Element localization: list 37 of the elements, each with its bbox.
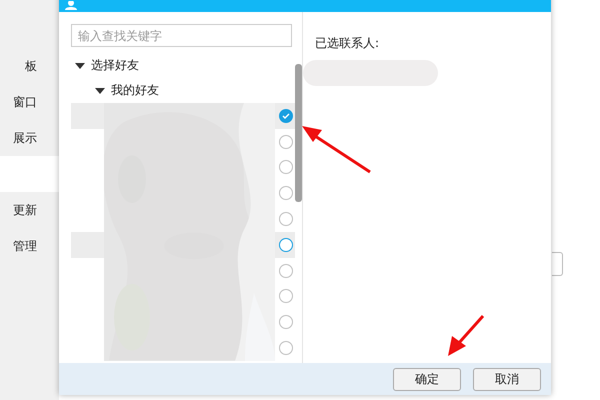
- sidebar-item[interactable]: 窗口: [0, 84, 59, 120]
- contact-row[interactable]: [275, 103, 295, 129]
- expand-triangle-icon[interactable]: [75, 62, 85, 70]
- selected-contacts-title: 已选联系人:: [315, 35, 380, 52]
- radio-button[interactable]: [279, 212, 293, 226]
- sidebar-item-label: 展示: [13, 130, 37, 146]
- radio-button[interactable]: [279, 264, 293, 278]
- radio-button[interactable]: [279, 186, 293, 200]
- user-icon: [65, 1, 77, 10]
- radio-button[interactable]: [279, 289, 293, 304]
- expand-triangle-icon[interactable]: [95, 86, 105, 94]
- checked-radio[interactable]: [279, 108, 293, 123]
- input-field[interactable]: [552, 252, 563, 276]
- radio-button[interactable]: [279, 238, 293, 252]
- tree-group-label[interactable]: 我的好友: [111, 82, 159, 99]
- confirm-button[interactable]: 确定: [393, 368, 461, 390]
- radio-button[interactable]: [279, 134, 293, 149]
- sidebar-item-label: 板: [25, 58, 37, 74]
- search-field[interactable]: 输入查找关键字: [71, 24, 292, 47]
- sidebar-item[interactable]: 展示: [0, 120, 59, 156]
- radio-button[interactable]: [279, 160, 293, 174]
- tree-group-label[interactable]: 选择好友: [91, 57, 139, 74]
- radio-button[interactable]: [279, 341, 293, 356]
- sidebar-item[interactable]: 板: [0, 48, 59, 84]
- sidebar-item-label: 更新: [13, 202, 37, 218]
- sidebar-item-label: 管理: [13, 238, 37, 254]
- sidebar-item[interactable]: 更新: [0, 192, 59, 228]
- contact-row[interactable]: [275, 232, 295, 258]
- scrollbar-thumb[interactable]: [295, 64, 302, 202]
- radio-button[interactable]: [279, 315, 293, 330]
- arrow-drawing: [446, 314, 486, 358]
- sidebar-item-label: 窗口: [13, 94, 37, 110]
- check-icon: [282, 112, 290, 119]
- sidebar-item[interactable]: [0, 156, 59, 192]
- cancel-button[interactable]: 取消: [473, 368, 541, 390]
- sidebar-item[interactable]: 管理: [0, 228, 59, 264]
- selected-contact-chip[interactable]: [303, 60, 438, 86]
